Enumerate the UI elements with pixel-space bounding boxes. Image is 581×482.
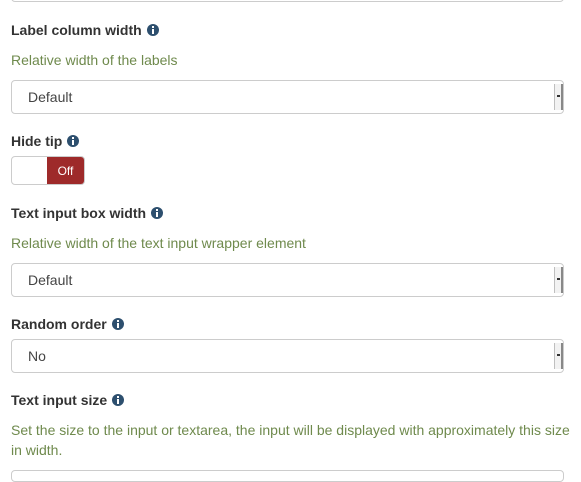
text-input-size-label-text: Text input size bbox=[11, 392, 108, 408]
text-input-box-width-label-text: Text input box width bbox=[11, 205, 147, 221]
text-input-size-label: Text input size bbox=[11, 392, 125, 408]
info-icon[interactable] bbox=[146, 24, 159, 36]
label-column-width-description: Relative width of the labels bbox=[11, 52, 178, 68]
info-icon[interactable] bbox=[67, 135, 80, 147]
text-input-box-width-description: Relative width of the text input wrapper… bbox=[11, 235, 306, 251]
hide-tip-toggle[interactable]: Off bbox=[11, 156, 85, 185]
random-order-value: No bbox=[28, 348, 46, 364]
text-input-size-description: Set the size to the input or textarea, t… bbox=[11, 422, 570, 458]
previous-field-input[interactable] bbox=[11, 0, 564, 2]
label-column-width-select[interactable]: Default bbox=[11, 80, 564, 114]
random-order-label-text: Random order bbox=[11, 316, 107, 332]
label-column-width-value: Default bbox=[28, 89, 73, 105]
label-column-width-label-text: Label column width bbox=[11, 22, 142, 38]
info-icon[interactable] bbox=[111, 318, 124, 330]
text-input-box-width-label: Text input box width bbox=[11, 205, 164, 221]
dropdown-arrow-icon[interactable] bbox=[554, 267, 563, 293]
random-order-label: Random order bbox=[11, 316, 124, 332]
text-input-box-width-select[interactable]: Default bbox=[11, 263, 564, 297]
hide-tip-label-text: Hide tip bbox=[11, 133, 63, 149]
hide-tip-label: Hide tip bbox=[11, 133, 80, 149]
text-input-size-input[interactable] bbox=[11, 470, 564, 482]
text-input-box-width-value: Default bbox=[28, 272, 73, 288]
dropdown-arrow-icon[interactable] bbox=[554, 343, 563, 369]
toggle-off-state: Off bbox=[47, 157, 84, 184]
label-column-width-label: Label column width bbox=[11, 22, 159, 38]
info-icon[interactable] bbox=[112, 394, 125, 406]
dropdown-arrow-icon[interactable] bbox=[554, 84, 563, 110]
random-order-select[interactable]: No bbox=[11, 339, 564, 373]
info-icon[interactable] bbox=[151, 207, 164, 219]
